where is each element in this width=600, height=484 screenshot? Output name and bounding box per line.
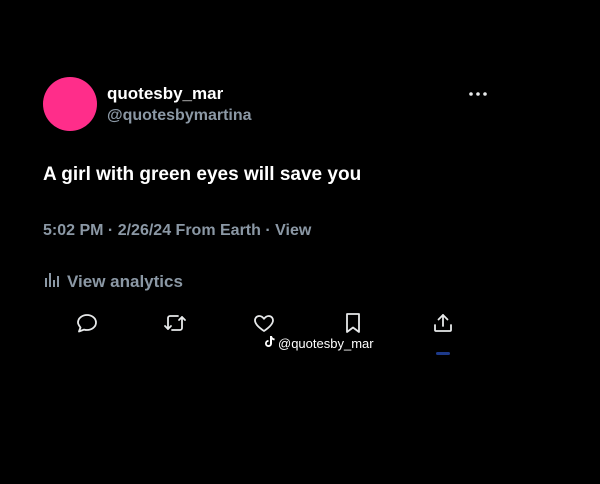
reply-icon[interactable] <box>74 310 100 336</box>
tweet-location: From Earth <box>175 222 261 239</box>
share-icon[interactable] <box>430 310 456 336</box>
tiktok-watermark: @quotesby_mar <box>264 335 374 351</box>
view-analytics-button[interactable]: View analytics <box>43 270 183 293</box>
like-icon[interactable] <box>251 310 277 336</box>
tiktok-icon <box>264 335 276 351</box>
share-indicator <box>436 352 450 355</box>
tweet-meta: 5:02 PM · 2/26/24 From Earth · View <box>43 222 312 239</box>
tweet-date: 2/26/24 <box>117 222 172 239</box>
more-options-icon[interactable] <box>466 86 490 102</box>
retweet-icon[interactable] <box>162 310 188 336</box>
user-handle[interactable]: @quotesbymartina <box>107 107 252 125</box>
display-name[interactable]: quotesby_mar <box>107 84 223 104</box>
view-link[interactable]: View <box>275 222 311 239</box>
view-analytics-label: View analytics <box>67 271 183 291</box>
tweet-text: A girl with green eyes will save you <box>43 164 362 185</box>
bar-chart-icon <box>43 270 61 293</box>
tweet-time: 5:02 PM <box>43 222 104 239</box>
avatar[interactable] <box>43 77 97 131</box>
watermark-text: @quotesby_mar <box>278 335 374 351</box>
bookmark-icon[interactable] <box>340 310 366 336</box>
